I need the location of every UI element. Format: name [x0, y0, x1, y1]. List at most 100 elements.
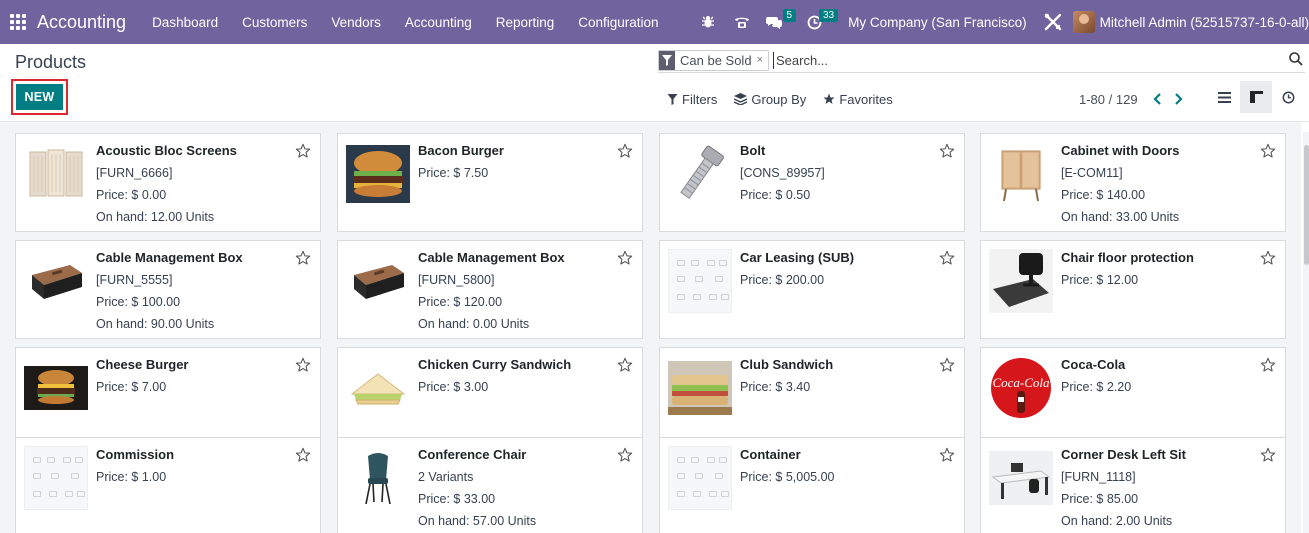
search-options: Filters Group By Favorites — [667, 88, 910, 110]
product-detail: [FURN_5800] — [418, 273, 495, 287]
product-detail: Price: $ 0.50 — [740, 188, 811, 202]
pager-value[interactable]: 1-80 / 129 — [1079, 92, 1138, 107]
main-menu: Dashboard Customers Vendors Accounting R… — [140, 0, 671, 44]
product-detail: Price: $ 3.40 — [740, 380, 811, 394]
filters-button[interactable]: Filters — [667, 92, 717, 107]
product-detail: On hand: 2.00 Units — [1061, 514, 1173, 528]
product-card[interactable]: Club Sandwich Price: $ 3.40 — [659, 347, 965, 446]
menu-accounting[interactable]: Accounting — [393, 0, 484, 44]
favorites-button[interactable]: Favorites — [823, 92, 893, 107]
facet-label: Can be Sold — [680, 52, 752, 68]
pager-next-icon[interactable] — [1168, 88, 1190, 110]
list-view-icon[interactable] — [1208, 81, 1240, 113]
phone-icon[interactable] — [728, 0, 756, 44]
favorite-star-icon[interactable] — [294, 356, 312, 374]
pager: 1-80 / 129 — [1079, 88, 1190, 110]
product-card[interactable]: Corner Desk Left Sit [FURN_1118] Price: $ … — [980, 437, 1286, 533]
favorite-star-icon[interactable] — [1259, 249, 1277, 267]
product-card[interactable]: Bacon Burger Price: $ 7.50 — [337, 133, 643, 232]
chat-icon[interactable]: 5 — [760, 0, 797, 44]
filter-icon — [659, 50, 675, 70]
favorite-star-icon[interactable] — [616, 356, 634, 374]
product-card[interactable]: Cable Management Box [FURN_5555] Price: $ … — [15, 240, 321, 339]
menu-dashboard[interactable]: Dashboard — [140, 0, 230, 44]
product-card[interactable]: Chicken Curry Sandwich Price: $ 3.00 — [337, 347, 643, 446]
kanban-view-icon[interactable] — [1240, 81, 1272, 113]
product-detail: Price: $ 7.50 — [418, 166, 489, 180]
product-card[interactable]: Acoustic Bloc Screens [FURN_6666] Price: $… — [15, 133, 321, 232]
favorite-star-icon[interactable] — [294, 142, 312, 160]
favorite-star-icon[interactable] — [1259, 356, 1277, 374]
product-image — [346, 356, 410, 420]
pager-previous-icon[interactable] — [1146, 88, 1168, 110]
scrollbar-thumb[interactable] — [1304, 145, 1309, 265]
product-card[interactable]: Conference Chair 2 Variants Price: $ 33.00… — [337, 437, 643, 533]
filters-label: Filters — [682, 91, 718, 107]
product-image — [668, 249, 732, 313]
product-detail: Price: $ 12.00 — [1061, 273, 1139, 287]
product-detail: Price: $ 7.00 — [96, 380, 167, 394]
search-facet: Can be Sold × — [658, 49, 769, 71]
group-by-button[interactable]: Group By — [734, 92, 806, 107]
bug-icon[interactable] — [694, 0, 722, 44]
product-image — [346, 249, 410, 313]
product-detail: Price: $ 3.00 — [418, 380, 489, 394]
favorite-star-icon[interactable] — [294, 249, 312, 267]
favorite-star-icon[interactable] — [616, 446, 634, 464]
search-input[interactable] — [773, 51, 1273, 69]
product-detail: [CONS_89957] — [740, 166, 825, 180]
top-navbar: Accounting Dashboard Customers Vendors A… — [0, 0, 1309, 44]
activity-view-icon[interactable] — [1272, 81, 1304, 113]
tools-icon[interactable] — [1039, 0, 1067, 44]
product-name: Acoustic Bloc Screens — [96, 143, 237, 158]
facet-remove-icon[interactable]: × — [757, 51, 768, 70]
product-detail: On hand: 57.00 Units — [418, 514, 537, 528]
search-icon[interactable] — [1289, 52, 1303, 71]
menu-configuration[interactable]: Configuration — [566, 0, 670, 44]
product-name: Container — [740, 447, 801, 462]
user-menu[interactable]: Mitchell Admin (52515737-16-0-all) — [1072, 0, 1309, 44]
app-title[interactable]: Accounting — [37, 12, 140, 33]
product-image — [346, 142, 410, 206]
product-card[interactable]: Coca-Cola Coca-Cola Price: $ 2.20 — [980, 347, 1286, 446]
view-switcher — [1208, 81, 1304, 113]
group-by-label: Group By — [751, 91, 807, 107]
product-name: Cable Management Box — [96, 250, 243, 265]
product-image — [668, 142, 732, 206]
favorite-star-icon[interactable] — [938, 249, 956, 267]
product-detail: On hand: 33.00 Units — [1061, 210, 1180, 224]
favorite-star-icon[interactable] — [616, 249, 634, 267]
product-card[interactable]: Cable Management Box [FURN_5800] Price: $ … — [337, 240, 643, 339]
product-card[interactable]: Cabinet with Doors [E-COM11] Price: $ 140.… — [980, 133, 1286, 232]
product-card[interactable]: Cheese Burger Price: $ 7.00 — [15, 347, 321, 446]
product-card[interactable]: Commission Price: $ 1.00 — [15, 437, 321, 533]
product-card[interactable]: Chair floor protection Price: $ 12.00 — [980, 240, 1286, 339]
product-image — [989, 142, 1053, 206]
product-detail: Price: $ 33.00 — [418, 492, 496, 506]
menu-reporting[interactable]: Reporting — [484, 0, 567, 44]
favorite-star-icon[interactable] — [938, 356, 956, 374]
product-image — [668, 356, 732, 420]
menu-vendors[interactable]: Vendors — [319, 0, 393, 44]
favorite-star-icon[interactable] — [1259, 142, 1277, 160]
product-card[interactable]: Bolt [CONS_89957] Price: $ 0.50 — [659, 133, 965, 232]
favorite-star-icon[interactable] — [938, 142, 956, 160]
product-card[interactable]: Container Price: $ 5,005.00 — [659, 437, 965, 533]
product-name: Corner Desk Left Sit — [1061, 447, 1186, 462]
favorite-star-icon[interactable] — [294, 446, 312, 464]
company-switcher[interactable]: My Company (San Francisco) — [848, 15, 1027, 30]
menu-customers[interactable]: Customers — [230, 0, 319, 44]
product-card[interactable]: Car Leasing (SUB) Price: $ 200.00 — [659, 240, 965, 339]
new-button[interactable]: NEW — [16, 84, 63, 110]
product-name: Cable Management Box — [418, 250, 565, 265]
apps-menu-icon[interactable] — [0, 0, 36, 44]
product-name: Commission — [96, 447, 175, 462]
favorite-star-icon[interactable] — [1259, 446, 1277, 464]
product-name: Club Sandwich — [740, 357, 834, 372]
chat-badge: 5 — [782, 9, 797, 22]
activity-clock-icon[interactable]: 33 — [800, 0, 839, 44]
new-button-highlight: NEW — [11, 79, 68, 115]
favorite-star-icon[interactable] — [938, 446, 956, 464]
favorite-star-icon[interactable] — [616, 142, 634, 160]
product-detail: Price: $ 5,005.00 — [740, 470, 835, 484]
